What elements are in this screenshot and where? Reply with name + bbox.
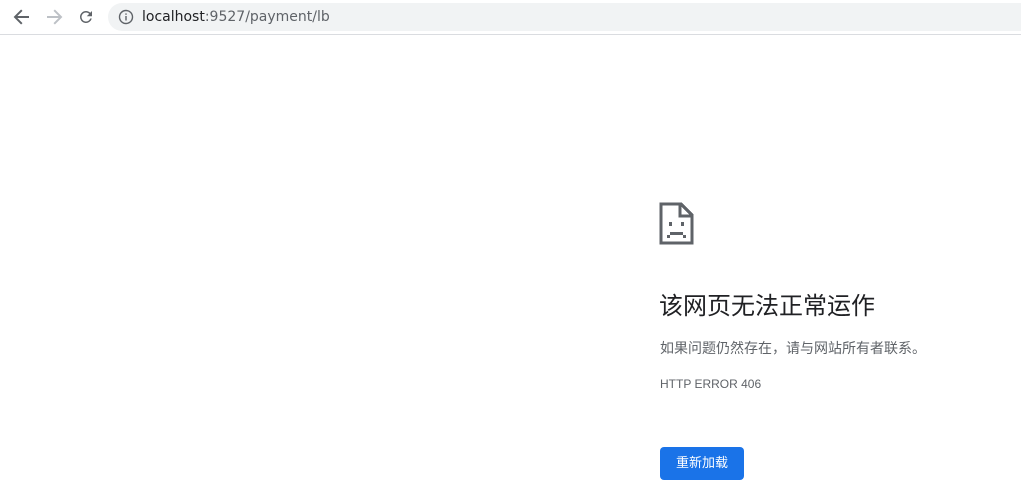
info-circle-icon[interactable]: [118, 9, 134, 25]
error-code: HTTP ERROR 406: [660, 377, 762, 391]
address-bar[interactable]: localhost:9527/payment/lb: [108, 3, 1021, 31]
reload-icon: [79, 10, 92, 23]
url-host: localhost: [142, 9, 205, 25]
url-path: :9527/payment/lb: [204, 9, 330, 25]
error-title: 该网页无法正常运作: [659, 292, 875, 320]
arrow-right-icon: [47, 9, 63, 25]
reload-button[interactable]: 重新加载: [660, 447, 744, 480]
arrow-left-icon: [13, 9, 29, 25]
url-text[interactable]: localhost:9527/payment/lb: [142, 8, 330, 26]
error-message: 如果问题仍然存在，请与网站所有者联系。: [660, 341, 926, 357]
forward-button[interactable]: [42, 5, 66, 29]
reload-page-button[interactable]: [74, 5, 98, 29]
browser-toolbar: localhost:9527/payment/lb: [0, 0, 1021, 35]
sad-page-icon: [659, 202, 694, 245]
back-button[interactable]: [10, 5, 34, 29]
